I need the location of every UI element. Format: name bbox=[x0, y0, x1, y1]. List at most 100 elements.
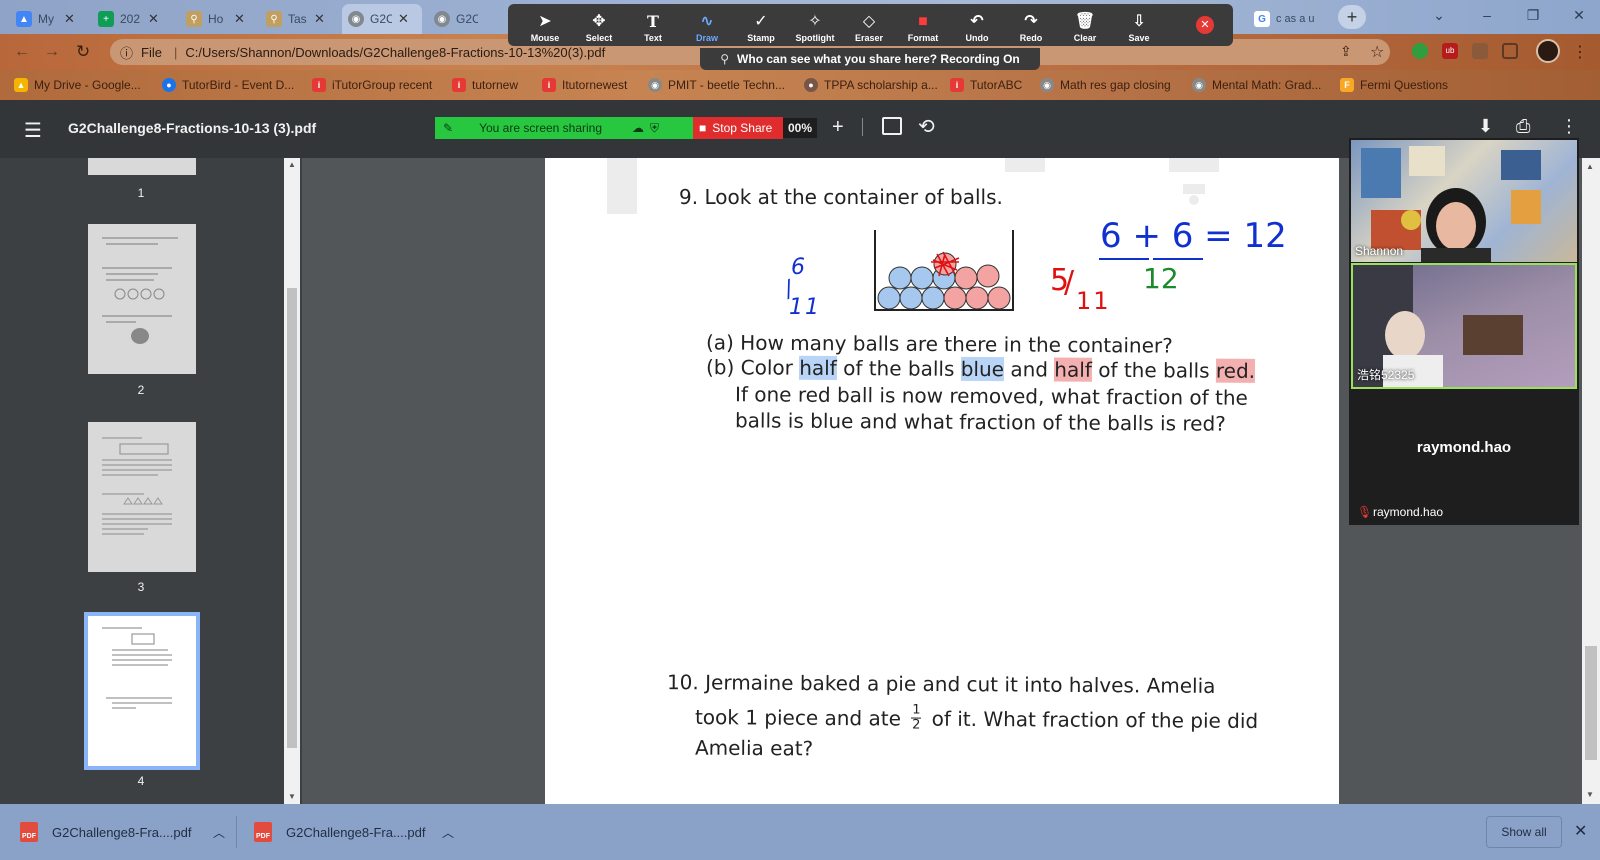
browser-tab[interactable]: ◉ G2C bbox=[428, 4, 508, 34]
fraction-denominator: 2 bbox=[912, 717, 921, 733]
participant-name-center: raymond.hao bbox=[1416, 439, 1512, 456]
video-tile-haoming[interactable]: 浩铭52325 bbox=[1351, 263, 1577, 389]
reload-icon[interactable]: ↻ bbox=[76, 42, 90, 62]
drive-icon: ▲ bbox=[14, 78, 28, 92]
close-icon[interactable]: ✕ bbox=[314, 11, 325, 27]
window-close-button[interactable]: ✕ bbox=[1556, 0, 1600, 30]
video-tile-shannon[interactable]: Shannon bbox=[1351, 140, 1577, 262]
bookmark-item[interactable]: ● TPPA scholarship a... bbox=[804, 77, 938, 93]
scrollbar-thumb[interactable] bbox=[1585, 646, 1597, 760]
download-item[interactable]: PDF G2Challenge8-Fra....pdf ︿ bbox=[254, 816, 454, 848]
bookmark-item[interactable]: ● TutorBird - Event D... bbox=[162, 77, 294, 93]
more-icon[interactable]: ⋮ bbox=[1560, 116, 1578, 137]
zoom-in-icon[interactable]: + bbox=[832, 116, 844, 139]
tool-select[interactable]: ✥ Select bbox=[573, 7, 625, 43]
browser-tab[interactable]: + 202 ✕ bbox=[92, 4, 174, 34]
page-scrollbar[interactable]: ▲ ▼ bbox=[1582, 158, 1600, 804]
download-icon[interactable]: ⬇ bbox=[1478, 116, 1493, 137]
restore-button[interactable]: ❐ bbox=[1510, 0, 1556, 30]
tool-undo[interactable]: ↶ Undo bbox=[951, 7, 1003, 43]
ublock-icon[interactable]: ub bbox=[1442, 43, 1458, 59]
tool-spotlight[interactable]: ✧ Spotlight bbox=[789, 7, 841, 43]
tool-stamp[interactable]: ✓ Stamp bbox=[735, 7, 787, 43]
chevron-up-icon[interactable]: ︿ bbox=[213, 824, 225, 841]
rotate-icon[interactable]: ⟲ bbox=[918, 114, 935, 139]
thumbnail-page-number: 2 bbox=[137, 383, 145, 397]
tool-clear[interactable]: 🗑 Clear bbox=[1059, 7, 1111, 43]
bookmark-item[interactable]: F Fermi Questions bbox=[1340, 77, 1448, 93]
close-toolbar-icon[interactable]: ✕ bbox=[1196, 16, 1214, 34]
new-tab-button[interactable]: + bbox=[1338, 5, 1366, 29]
ball-red bbox=[954, 266, 978, 290]
close-icon[interactable]: ✕ bbox=[234, 11, 245, 27]
tool-redo[interactable]: ↷ Redo bbox=[1005, 7, 1057, 43]
stop-share-button[interactable]: ■ Stop Share bbox=[693, 117, 783, 139]
avatar[interactable] bbox=[1536, 39, 1560, 63]
close-icon[interactable]: ✕ bbox=[1574, 821, 1587, 841]
info-icon[interactable]: ⓘ bbox=[120, 43, 133, 62]
text-icon: T bbox=[647, 12, 659, 31]
close-icon[interactable]: ✕ bbox=[64, 11, 75, 27]
scroll-up-icon[interactable]: ▲ bbox=[1586, 162, 1594, 171]
browser-tab-active[interactable]: ◉ G2C ✕ bbox=[342, 4, 422, 34]
fit-page-icon[interactable] bbox=[882, 117, 902, 135]
sharing-indicator[interactable]: ✎ You are screen sharing ☁ ⛨ bbox=[435, 117, 693, 139]
extension-icon[interactable] bbox=[1412, 43, 1428, 59]
browser-tab[interactable]: ▲ My ✕ bbox=[10, 4, 84, 34]
video-tile-raymond[interactable]: raymond.hao 🎙 raymond.hao bbox=[1349, 391, 1579, 525]
scrollbar-thumb[interactable] bbox=[287, 288, 297, 748]
extension-icon[interactable] bbox=[1472, 43, 1488, 59]
sidebar-scrollbar[interactable]: ▲ ▼ bbox=[284, 158, 300, 804]
page-thumbnail[interactable] bbox=[88, 224, 196, 374]
hamburger-menu-icon[interactable]: ☰ bbox=[24, 118, 42, 143]
tab-search-button[interactable]: ⌄ bbox=[1416, 0, 1462, 30]
show-all-button[interactable]: Show all bbox=[1486, 816, 1562, 848]
tool-save[interactable]: ⇩ Save bbox=[1113, 7, 1165, 43]
bookmark-star-icon[interactable]: ☆ bbox=[1370, 42, 1384, 62]
page-thumbnail[interactable] bbox=[88, 422, 196, 572]
forward-icon[interactable]: → bbox=[44, 43, 60, 61]
q9b-text: (b) Color bbox=[705, 355, 800, 380]
bookmark-item[interactable]: ◉ Math res gap closing bbox=[1040, 77, 1171, 93]
page-thumbnail-selected[interactable] bbox=[84, 612, 200, 770]
tool-text[interactable]: T Text bbox=[627, 7, 679, 44]
print-icon[interactable]: ⎙ bbox=[1516, 116, 1530, 137]
bookmark-item[interactable]: ◉ Mental Math: Grad... bbox=[1192, 77, 1321, 93]
bookmark-item[interactable]: i tutornew bbox=[452, 77, 518, 93]
question-10-line2: took 1 piece and ate 1 2 of it. What fra… bbox=[695, 702, 1258, 735]
browser-tab[interactable]: G c as a u bbox=[1248, 4, 1326, 34]
share-icon[interactable]: ⇪ bbox=[1340, 43, 1352, 60]
recording-notice[interactable]: ⚲ Who can see what you share here? Recor… bbox=[700, 48, 1040, 70]
globe-icon: ◉ bbox=[434, 11, 450, 27]
bookmark-item[interactable]: i TutorABC bbox=[950, 77, 1022, 93]
scroll-down-icon[interactable]: ▼ bbox=[1586, 790, 1594, 799]
scroll-up-icon[interactable]: ▲ bbox=[288, 160, 296, 169]
bookmark-item[interactable]: i iTutorGroup recent bbox=[312, 77, 432, 93]
tab-title: Ho bbox=[208, 12, 224, 26]
annotation-denominator: 11 bbox=[1076, 287, 1111, 315]
download-item[interactable]: PDF G2Challenge8-Fra....pdf ︿ bbox=[20, 816, 225, 848]
menu-kebab-icon[interactable]: ⋮ bbox=[1572, 42, 1588, 62]
close-icon[interactable]: ✕ bbox=[398, 11, 409, 27]
extensions-puzzle-icon[interactable] bbox=[1502, 43, 1518, 59]
chevron-up-icon[interactable]: ︿ bbox=[442, 824, 454, 841]
browser-tab[interactable]: ⚲ Tas ✕ bbox=[260, 4, 338, 34]
bookmark-item[interactable]: i Itutornewest bbox=[542, 77, 627, 93]
back-icon[interactable]: ← bbox=[14, 43, 30, 61]
page-thumbnail[interactable] bbox=[88, 158, 196, 175]
annotation-red-fraction: 5 / 11 bbox=[1050, 263, 1110, 323]
itutor-icon: i bbox=[542, 78, 556, 92]
browser-tab[interactable]: ⚲ Ho ✕ bbox=[180, 4, 254, 34]
spotlight-wand-icon: ✧ bbox=[808, 13, 822, 30]
close-icon[interactable]: ✕ bbox=[148, 11, 159, 27]
tool-draw[interactable]: ∿ Draw bbox=[681, 7, 733, 43]
minimize-button[interactable]: – bbox=[1464, 0, 1510, 30]
pdf-file-icon: PDF bbox=[20, 822, 38, 842]
bookmark-item[interactable]: ▲ My Drive - Google... bbox=[14, 77, 141, 93]
tool-eraser[interactable]: ◇ Eraser bbox=[843, 7, 895, 43]
ball-blue bbox=[899, 286, 923, 310]
tool-format[interactable]: ■ Format bbox=[897, 7, 949, 43]
bookmark-item[interactable]: ◉ PMIT - beetle Techn... bbox=[648, 77, 785, 93]
tool-mouse[interactable]: ➤ Mouse bbox=[519, 7, 571, 43]
scroll-down-icon[interactable]: ▼ bbox=[288, 792, 296, 801]
